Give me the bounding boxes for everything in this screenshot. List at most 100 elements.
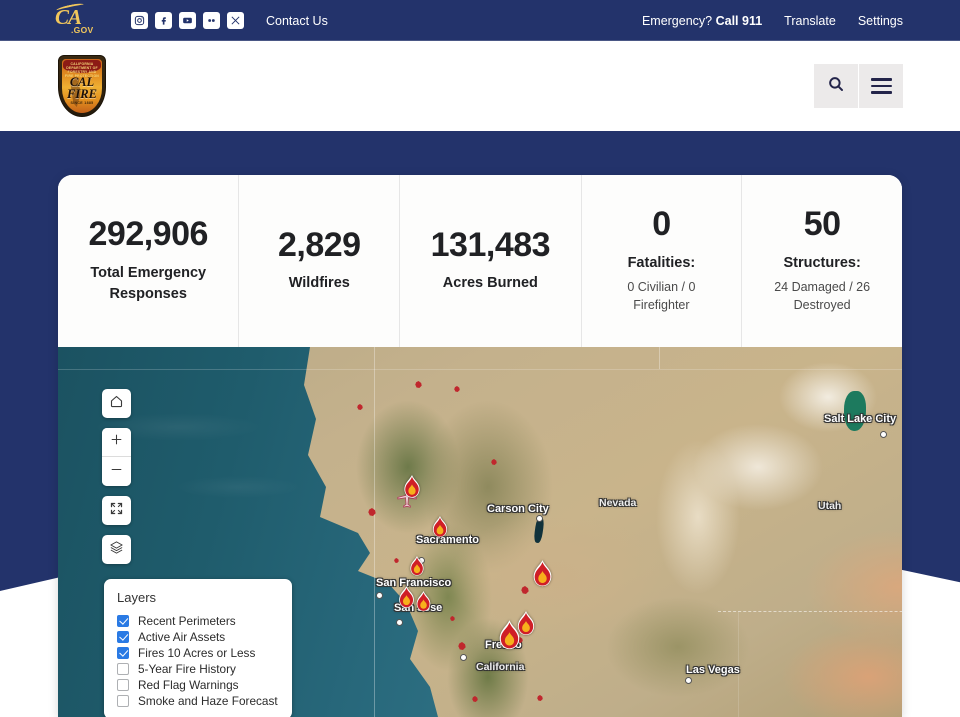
map-label-carson-city: Carson City bbox=[487, 503, 549, 515]
map-fire-incident-marker[interactable] bbox=[397, 474, 427, 506]
utility-bar-left: CA .GOV bbox=[0, 6, 328, 36]
stat-label: Total Emergency Responses bbox=[68, 263, 228, 305]
emergency-911-link[interactable]: Emergency? Call 911 bbox=[642, 14, 762, 28]
stat-sublabel: 24 Damaged / 26 Destroyed bbox=[762, 278, 882, 316]
map-label-california: California bbox=[476, 661, 524, 673]
stat-label: Acres Burned bbox=[443, 273, 538, 294]
stat-label: Structures: bbox=[783, 253, 860, 274]
shield-fire-text: FIRE bbox=[62, 87, 102, 102]
stat-fatalities: 0 Fatalities: 0 Civilian / 0 Firefighter bbox=[582, 175, 743, 347]
layer-label: Fires 10 Acres or Less bbox=[138, 646, 255, 660]
layer-toggle-red-flag-warnings[interactable]: Red Flag Warnings bbox=[117, 677, 279, 692]
layer-toggle-5-year-fire-history[interactable]: 5-Year Fire History bbox=[117, 661, 279, 676]
stat-value: 2,829 bbox=[278, 228, 361, 264]
layer-label: 5-Year Fire History bbox=[138, 662, 236, 676]
search-button[interactable] bbox=[814, 64, 858, 108]
map-city-dot bbox=[536, 515, 543, 522]
map-city-dot bbox=[880, 431, 887, 438]
layer-toggle-recent-perimeters[interactable]: Recent Perimeters bbox=[117, 613, 279, 628]
map-gridline-horizontal bbox=[58, 369, 902, 370]
stat-value: 292,906 bbox=[89, 217, 208, 253]
facebook-icon[interactable] bbox=[155, 12, 172, 29]
layer-checkbox[interactable] bbox=[117, 679, 129, 691]
fullscreen-icon bbox=[109, 501, 124, 521]
statistics-row: 292,906 Total Emergency Responses 2,829 … bbox=[58, 175, 902, 347]
cagov-logo[interactable]: CA .GOV bbox=[55, 6, 101, 36]
layers-panel-title: Layers bbox=[117, 590, 279, 605]
hamburger-menu-icon bbox=[871, 78, 892, 94]
social-links bbox=[131, 12, 244, 29]
stat-value: 131,483 bbox=[431, 228, 550, 264]
calfire-shield-icon: CAL FIRE SINCE 1885 CALIFORNIA DEPARTMEN… bbox=[58, 55, 106, 117]
map-fire-incident-marker[interactable] bbox=[404, 555, 430, 583]
map-city-dot bbox=[376, 592, 383, 599]
zoom-out-icon bbox=[109, 462, 124, 482]
site-header: CAL FIRE SINCE 1885 CALIFORNIA DEPARTMEN… bbox=[0, 41, 960, 131]
instagram-icon[interactable] bbox=[131, 12, 148, 29]
map-fire-incident-marker[interactable] bbox=[426, 515, 454, 545]
menu-button[interactable] bbox=[859, 64, 903, 108]
layer-checkbox[interactable] bbox=[117, 615, 129, 627]
layer-checkbox[interactable] bbox=[117, 647, 129, 659]
contact-us-link[interactable]: Contact Us bbox=[266, 14, 328, 28]
emergency-prefix: Emergency? bbox=[642, 14, 716, 28]
map-label-salt-lake-city: Salt Lake City bbox=[824, 413, 896, 425]
settings-link[interactable]: Settings bbox=[858, 14, 903, 28]
map-layers-panel: Layers Recent Perimeters Active Air Asse… bbox=[104, 579, 292, 717]
map-fire-incident-marker[interactable] bbox=[410, 590, 437, 619]
emergency-call-number: Call 911 bbox=[716, 14, 763, 28]
layer-toggle-fires-10-acres-or-less[interactable]: Fires 10 Acres or Less bbox=[117, 645, 279, 660]
basemap-layers-icon bbox=[109, 540, 124, 560]
map-home-button[interactable] bbox=[102, 389, 131, 418]
youtube-icon[interactable] bbox=[179, 12, 196, 29]
utility-bar-right: Emergency? Call 911 Translate Settings bbox=[642, 14, 960, 28]
stat-wildfires: 2,829 Wildfires bbox=[239, 175, 400, 347]
state-utility-bar: CA .GOV bbox=[0, 0, 960, 41]
map-label-utah: Utah bbox=[818, 500, 841, 512]
layer-checkbox[interactable] bbox=[117, 695, 129, 707]
translate-link[interactable]: Translate bbox=[784, 14, 836, 28]
map-fullscreen-button[interactable] bbox=[102, 496, 131, 525]
search-icon bbox=[827, 75, 845, 98]
map-city-dot bbox=[685, 677, 692, 684]
map-fire-incident-marker[interactable] bbox=[525, 559, 560, 596]
calfire-logo[interactable]: CAL FIRE SINCE 1885 CALIFORNIA DEPARTMEN… bbox=[58, 55, 106, 117]
stat-acres-burned: 131,483 Acres Burned bbox=[400, 175, 581, 347]
map-label-las-vegas: Las Vegas bbox=[686, 664, 740, 676]
map-state-border bbox=[718, 611, 902, 612]
map-gridline-vertical bbox=[374, 347, 375, 717]
map-great-salt-lake bbox=[844, 391, 866, 431]
stat-total-emergency-responses: 292,906 Total Emergency Responses bbox=[58, 175, 239, 347]
map-label-nevada: Nevada bbox=[599, 497, 636, 509]
map-zoom-controls bbox=[102, 428, 131, 486]
map-city-dot bbox=[460, 654, 467, 661]
layer-toggle-active-air-assets[interactable]: Active Air Assets bbox=[117, 629, 279, 644]
map-basemap-button[interactable] bbox=[102, 535, 131, 564]
layer-checkbox[interactable] bbox=[117, 663, 129, 675]
stat-label: Wildfires bbox=[289, 273, 350, 294]
incident-map[interactable]: Salt Lake City Carson City Sacramento Sa… bbox=[58, 347, 902, 717]
stat-value: 50 bbox=[804, 207, 841, 243]
stat-label: Fatalities: bbox=[628, 253, 696, 274]
header-actions bbox=[814, 64, 960, 108]
map-zoom-out-button[interactable] bbox=[102, 457, 131, 486]
stat-structures: 50 Structures: 24 Damaged / 26 Destroyed bbox=[742, 175, 902, 347]
map-gridline-vertical bbox=[659, 347, 660, 369]
layer-label: Red Flag Warnings bbox=[138, 678, 239, 692]
zoom-in-icon bbox=[109, 432, 124, 452]
calfire-incidents-page: CA .GOV bbox=[0, 0, 960, 717]
layer-checkbox[interactable] bbox=[117, 631, 129, 643]
shield-arc-text: CALIFORNIA DEPARTMENT OF FORESTRY AND FI… bbox=[63, 62, 101, 78]
stat-value: 0 bbox=[652, 207, 670, 243]
cagov-logo-gov: .GOV bbox=[71, 25, 93, 35]
map-city-dot bbox=[396, 619, 403, 626]
map-fire-incident-marker[interactable] bbox=[510, 610, 542, 644]
layer-label: Smoke and Haze Forecast bbox=[138, 694, 278, 708]
shield-arc-banner: CALIFORNIA DEPARTMENT OF FORESTRY AND FI… bbox=[63, 60, 101, 73]
flickr-icon[interactable] bbox=[203, 12, 220, 29]
layer-toggle-smoke-and-haze-forecast[interactable]: Smoke and Haze Forecast bbox=[117, 693, 279, 708]
map-zoom-in-button[interactable] bbox=[102, 428, 131, 457]
stat-sublabel: 0 Civilian / 0 Firefighter bbox=[601, 278, 721, 316]
layer-label: Active Air Assets bbox=[138, 630, 225, 644]
x-twitter-icon[interactable] bbox=[227, 12, 244, 29]
